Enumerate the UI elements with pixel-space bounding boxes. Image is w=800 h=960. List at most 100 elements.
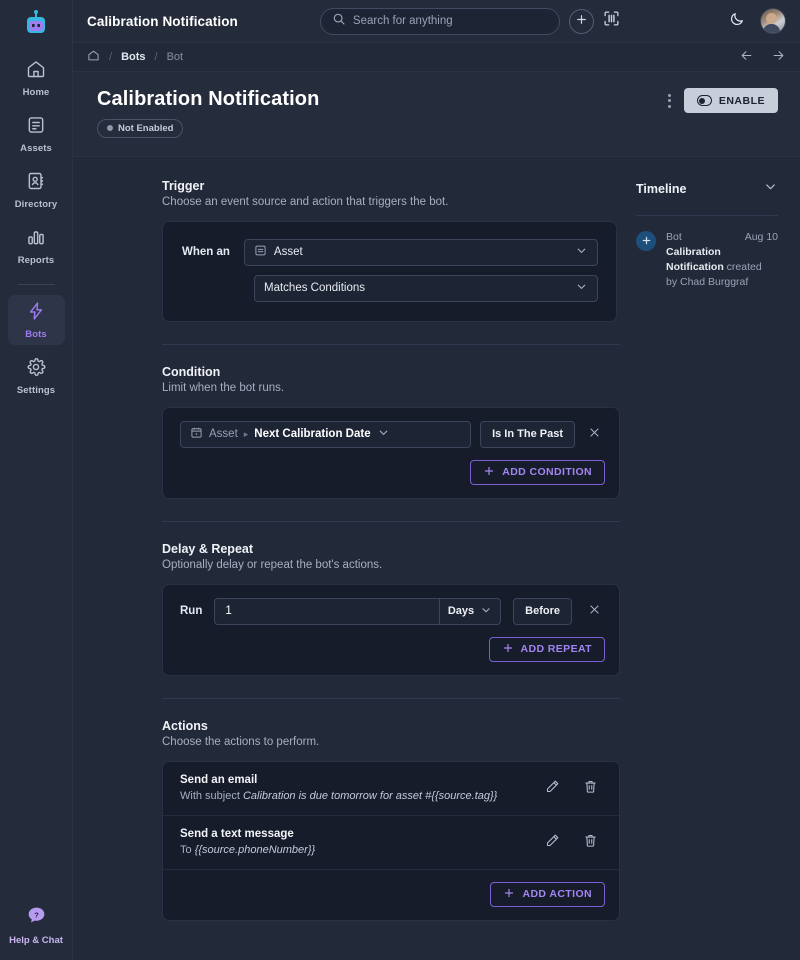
search-area <box>319 7 620 35</box>
delay-amount-group: Days <box>214 597 502 625</box>
close-icon <box>588 603 601 619</box>
action-sub-value: {{source.phoneNumber}} <box>194 843 316 856</box>
sidebar-item-label: Reports <box>17 254 55 266</box>
home-outline-icon[interactable] <box>87 49 100 65</box>
arrow-right-icon[interactable] <box>771 48 786 66</box>
action-item-subtitle: To {{source.phoneNumber}} <box>180 844 315 856</box>
add-repeat-button[interactable]: ADD REPEAT <box>488 636 605 662</box>
trigger-action-select[interactable]: Matches Conditions <box>254 274 598 302</box>
sidebar-item-label: Home <box>22 86 50 98</box>
plus-icon <box>503 887 515 902</box>
page-header-left: Calibration Notification Not Enabled <box>97 88 319 138</box>
calendar-icon <box>190 426 203 442</box>
status-dot <box>107 125 113 131</box>
condition-field-arrow: ▸ <box>243 428 249 439</box>
trigger-subtitle: Choose an event source and action that t… <box>162 195 449 208</box>
sidebar-item-home[interactable]: Home <box>8 53 65 103</box>
timeline-entry-prefix: Bot <box>666 230 682 243</box>
add-condition-button[interactable]: ADD CONDITION <box>470 459 605 485</box>
arrow-left-icon[interactable] <box>739 48 754 66</box>
timeline-entry-body: Aug 10 Bot Calibration Notification crea… <box>666 230 778 291</box>
delay-remove-button[interactable] <box>584 599 605 623</box>
avatar[interactable] <box>760 8 786 34</box>
toggle-icon <box>696 95 712 106</box>
delay-unit-select[interactable]: Days <box>438 597 502 625</box>
condition-remove-button[interactable] <box>584 422 605 446</box>
action-item-text: Send a text message To {{source.phoneNum… <box>180 828 315 856</box>
delay-relation-button[interactable]: Before <box>513 597 572 625</box>
trash-icon <box>583 779 598 797</box>
add-button[interactable] <box>568 8 594 34</box>
plus-icon <box>636 230 656 251</box>
section-divider <box>162 343 620 345</box>
main-area: Calibration Notification Search for anyt… <box>73 0 800 960</box>
app-root: Home Assets Directory Reports Bots Setti… <box>0 0 800 960</box>
sidebar-item-label: Directory <box>14 198 58 210</box>
add-action-button[interactable]: ADD ACTION <box>490 881 605 907</box>
delay-card-footer: ADD REPEAT <box>163 625 619 675</box>
close-icon <box>588 426 601 442</box>
delete-action-button[interactable] <box>581 777 600 799</box>
condition-card-footer: ADD CONDITION <box>163 448 619 498</box>
enable-button[interactable]: ENABLE <box>683 88 778 113</box>
add-repeat-label: ADD REPEAT <box>520 643 592 655</box>
action-item-subtitle: With subject Calibration is due tomorrow… <box>180 790 497 802</box>
delay-amount-input[interactable] <box>214 597 439 625</box>
plus-icon <box>575 13 588 29</box>
timeline-divider <box>636 214 778 216</box>
asset-icon <box>254 244 267 260</box>
moon-icon[interactable] <box>729 11 745 32</box>
pencil-icon <box>545 833 560 851</box>
action-item-controls <box>543 777 605 799</box>
more-vertical-icon[interactable] <box>667 93 671 108</box>
delete-action-button[interactable] <box>581 831 600 853</box>
plus-icon <box>483 465 495 480</box>
sidebar-item-settings[interactable]: Settings <box>8 351 65 401</box>
sidebar-item-bots[interactable]: Bots <box>7 295 65 345</box>
search-input-wrapper[interactable] <box>319 7 560 35</box>
sidebar-item-reports[interactable]: Reports <box>8 221 65 271</box>
search-icon <box>332 12 346 31</box>
actions-title: Actions <box>162 718 208 733</box>
breadcrumb-item-bots[interactable]: Bots <box>121 51 145 63</box>
chevron-down-icon <box>377 426 390 442</box>
help-chat-label: Help & Chat <box>9 935 63 946</box>
delay-unit-value: Days <box>447 605 475 617</box>
trigger-title: Trigger <box>162 178 205 193</box>
delay-row: Run Days Before <box>163 585 619 625</box>
home-icon <box>26 59 46 84</box>
reports-icon <box>26 227 46 252</box>
action-item-email[interactable]: Send an email With subject Calibration i… <box>163 762 619 816</box>
breadcrumb-separator: / <box>109 51 113 63</box>
actions-card-footer: ADD ACTION <box>163 870 619 920</box>
sidebar-item-label: Settings <box>16 384 56 396</box>
breadcrumb-item-bot: Bot <box>166 51 184 63</box>
sidebar-item-assets[interactable]: Assets <box>8 109 65 159</box>
topbar-title: Calibration Notification <box>87 13 238 29</box>
sidebar: Home Assets Directory Reports Bots Setti… <box>0 0 73 960</box>
search-input[interactable] <box>352 15 548 27</box>
condition-field-select[interactable]: Asset ▸ Next Calibration Date <box>180 420 472 448</box>
timeline-entry-author: by Chad Burggraf <box>666 276 749 289</box>
robot-logo-icon[interactable] <box>21 9 51 39</box>
chevron-down-icon <box>575 280 588 296</box>
edit-action-button[interactable] <box>543 777 562 799</box>
condition-operator-button[interactable]: Is In The Past <box>480 420 575 448</box>
action-item-text-message[interactable]: Send a text message To {{source.phoneNum… <box>163 816 619 870</box>
action-item-controls <box>543 831 605 853</box>
section-divider <box>162 520 620 522</box>
section-divider <box>162 697 620 699</box>
chevron-down-icon[interactable] <box>763 179 778 199</box>
add-action-label: ADD ACTION <box>522 888 592 900</box>
content: Trigger Choose an event source and actio… <box>73 157 800 960</box>
help-chat-button[interactable]: ? Help & Chat <box>0 905 72 946</box>
trigger-card: When an Asset Matches Conditions <box>162 220 617 322</box>
plus-icon <box>502 642 514 657</box>
sidebar-item-directory[interactable]: Directory <box>8 165 65 215</box>
barcode-scan-icon[interactable] <box>603 10 620 32</box>
trigger-source-select[interactable]: Asset <box>243 238 598 266</box>
delay-subtitle: Optionally delay or repeat the bot's act… <box>162 558 383 571</box>
delay-section: Delay & Repeat Optionally delay or repea… <box>162 542 622 676</box>
edit-action-button[interactable] <box>543 831 562 853</box>
timeline-header[interactable]: Timeline <box>636 179 778 199</box>
